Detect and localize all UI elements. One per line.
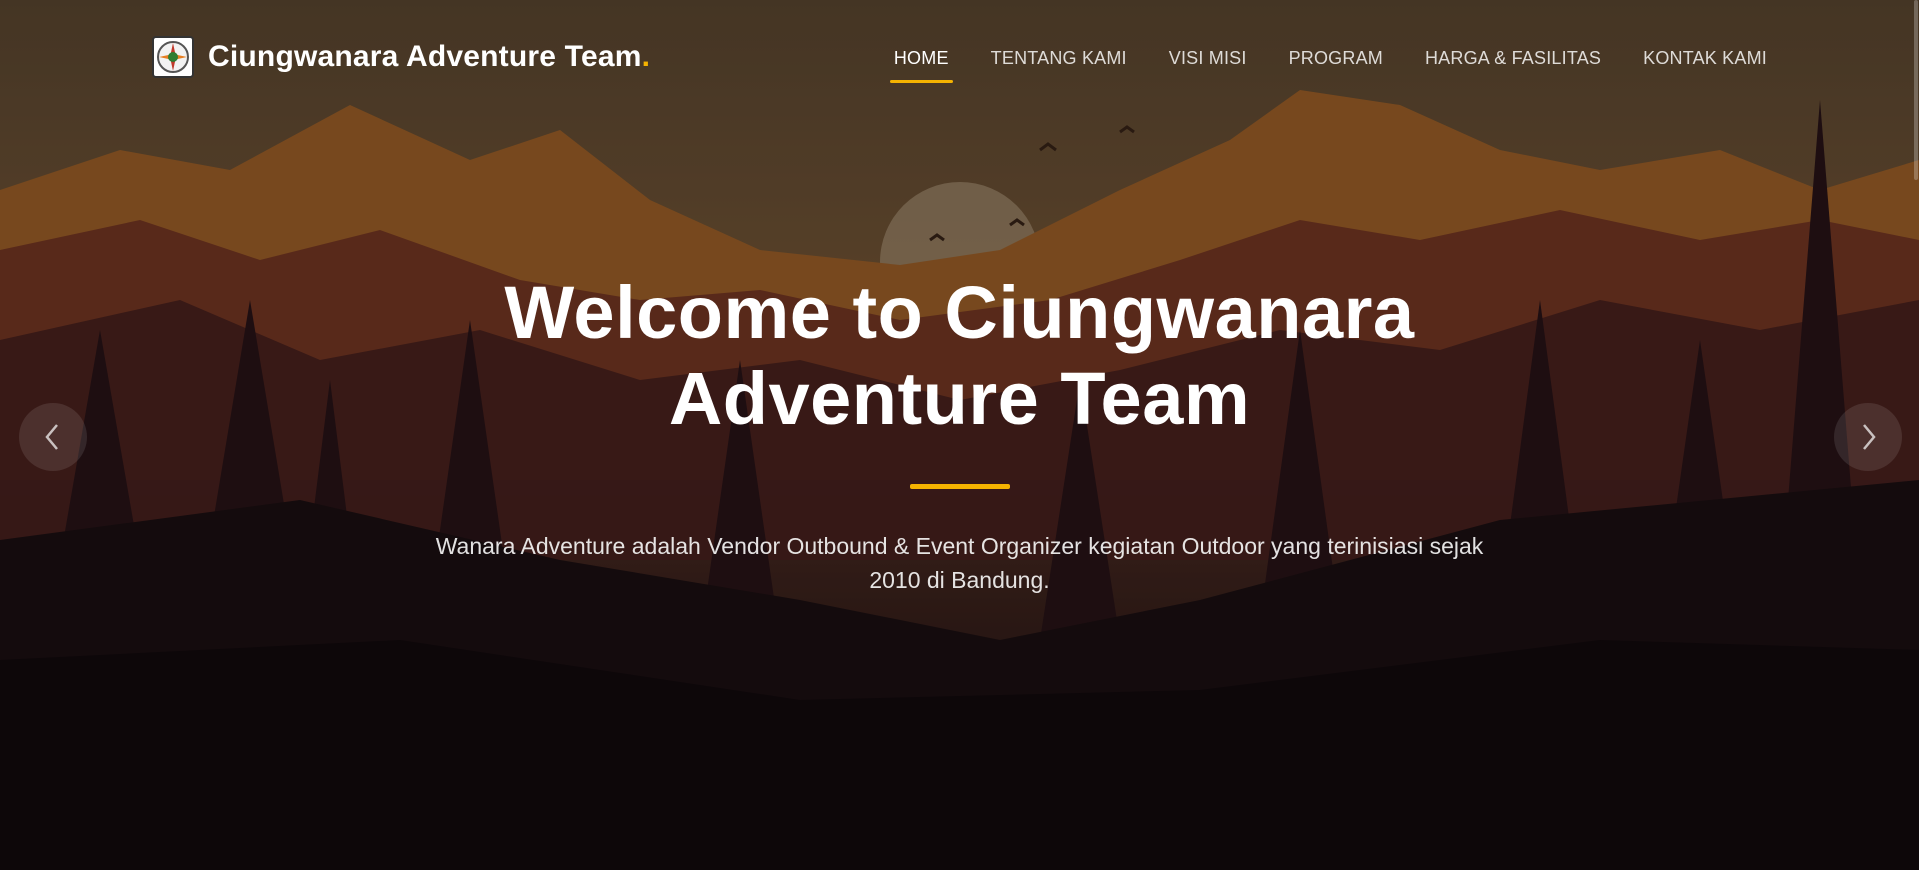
chevron-right-icon bbox=[1863, 424, 1876, 450]
brand[interactable]: Ciungwanara Adventure Team. bbox=[152, 36, 650, 78]
chevron-left-icon bbox=[45, 424, 58, 450]
brand-name: Ciungwanara Adventure Team bbox=[208, 40, 642, 73]
hero-content: Welcome to Ciungwanara Adventure Team Wa… bbox=[0, 270, 1919, 597]
nav-item-home[interactable]: HOME bbox=[889, 48, 953, 83]
carousel-prev-button[interactable] bbox=[19, 403, 87, 471]
title-divider bbox=[909, 484, 1010, 489]
nav-item-visi-misi[interactable]: VISI MISI bbox=[1169, 48, 1247, 83]
main-nav: HOME TENTANG KAMI VISI MISI PROGRAM HARG… bbox=[852, 48, 1767, 83]
brand-dot: . bbox=[641, 40, 650, 73]
nav-item-kontak-kami[interactable]: KONTAK KAMI bbox=[1643, 48, 1767, 83]
carousel-next-button[interactable] bbox=[1834, 403, 1902, 471]
hero-title: Welcome to Ciungwanara Adventure Team bbox=[504, 271, 1415, 440]
nav-item-tentang-kami[interactable]: TENTANG KAMI bbox=[991, 48, 1127, 83]
nav-item-harga-fasilitas[interactable]: HARGA & FASILITAS bbox=[1425, 48, 1601, 83]
site-header: Ciungwanara Adventure Team. HOME TENTANG… bbox=[0, 0, 1919, 120]
nav-item-program[interactable]: PROGRAM bbox=[1289, 48, 1383, 83]
compass-emblem-icon bbox=[152, 36, 194, 78]
hero-subtitle: Wanara Adventure adalah Vendor Outbound … bbox=[435, 533, 1484, 593]
page-scrollbar[interactable] bbox=[1914, 0, 1918, 180]
